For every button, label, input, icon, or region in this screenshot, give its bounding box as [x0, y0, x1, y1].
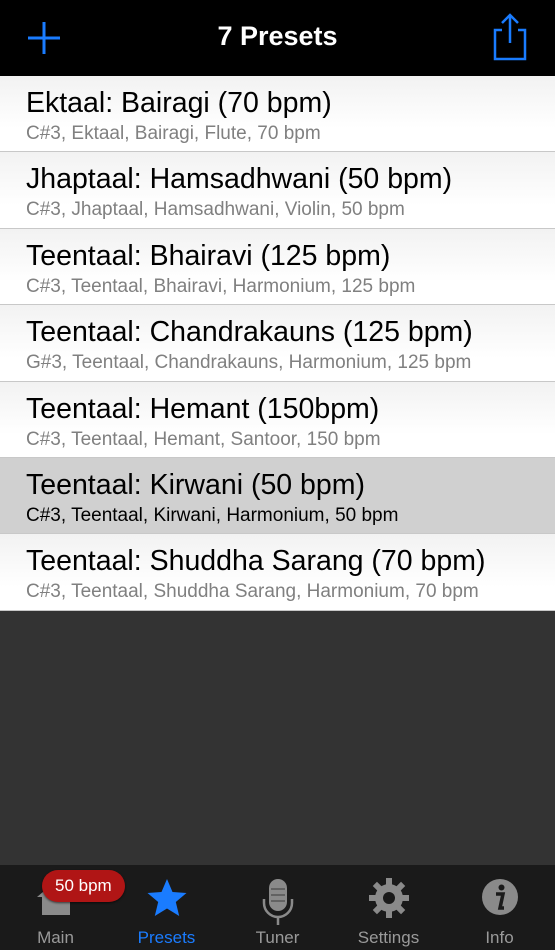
- gear-icon: [368, 878, 409, 918]
- tab-label: Settings: [357, 928, 420, 947]
- preset-subtitle: C#3, Jhaptaal, Hamsadhwani, Violin, 50 b…: [26, 199, 405, 221]
- preset-subtitle: C#3, Teentaal, Hemant, Santoor, 150 bpm: [26, 428, 381, 450]
- tab-settings[interactable]: Settings: [333, 865, 444, 950]
- add-preset-button[interactable]: [24, 18, 64, 58]
- preset-subtitle: C#3, Teentaal, Kirwani, Harmonium, 50 bp…: [26, 504, 399, 526]
- plus-icon: [28, 22, 60, 54]
- preset-row[interactable]: Ektaal: Bairagi (70 bpm) C#3, Ektaal, Ba…: [0, 76, 555, 153]
- preset-subtitle: C#3, Ektaal, Bairagi, Flute, 70 bpm: [26, 123, 321, 144]
- page-title: 7 Presets: [217, 21, 338, 51]
- preset-title: Teentaal: Hemant (150bpm): [26, 392, 380, 425]
- tab-label: Main: [37, 928, 74, 947]
- preset-row[interactable]: Jhaptaal: Hamsadhwani (50 bpm) C#3, Jhap…: [0, 152, 555, 229]
- tab-label: Presets: [137, 928, 196, 947]
- preset-row[interactable]: Teentaal: Chandrakauns (125 bpm) G#3, Te…: [0, 305, 555, 382]
- tab-tuner[interactable]: Tuner: [222, 865, 333, 950]
- preset-title: Jhaptaal: Hamsadhwani (50 bpm): [26, 163, 453, 196]
- preset-row[interactable]: Teentaal: Shuddha Sarang (70 bpm) C#3, T…: [0, 534, 555, 611]
- tab-label: Tuner: [255, 928, 300, 947]
- info-icon: [481, 879, 518, 915]
- star-icon: [147, 879, 186, 916]
- preset-row[interactable]: Teentaal: Hemant (150bpm) C#3, Teentaal,…: [0, 381, 555, 458]
- preset-title: Teentaal: Chandrakauns (125 bpm): [26, 316, 473, 349]
- navigation-bar: 7 Presets: [0, 0, 555, 76]
- microphone-icon: [262, 879, 293, 925]
- preset-title: Teentaal: Bhairavi (125 bpm): [26, 239, 391, 272]
- tab-info[interactable]: Info: [444, 865, 555, 950]
- preset-row-selected[interactable]: Teentaal: Kirwani (50 bpm) C#3, Teentaal…: [0, 457, 555, 535]
- tab-label: Info: [485, 928, 514, 947]
- share-icon: [493, 13, 527, 61]
- preset-title: Teentaal: Kirwani (50 bpm): [26, 468, 365, 501]
- preset-title: Teentaal: Shuddha Sarang (70 bpm): [26, 545, 486, 578]
- preset-title: Ektaal: Bairagi (70 bpm): [26, 87, 332, 119]
- preset-row[interactable]: Teentaal: Bhairavi (125 bpm) C#3, Teenta…: [0, 228, 555, 306]
- preset-subtitle: C#3, Teentaal, Bhairavi, Harmonium, 125 …: [26, 275, 416, 297]
- bpm-badge: 50 bpm: [42, 870, 125, 902]
- preset-subtitle: C#3, Teentaal, Shuddha Sarang, Harmonium…: [26, 581, 479, 603]
- tab-presets[interactable]: Presets: [111, 865, 222, 950]
- share-button[interactable]: [490, 12, 530, 62]
- preset-subtitle: G#3, Teentaal, Chandrakauns, Harmonium, …: [26, 352, 472, 374]
- presets-list: Ektaal: Bairagi (70 bpm) C#3, Ektaal, Ba…: [0, 76, 555, 611]
